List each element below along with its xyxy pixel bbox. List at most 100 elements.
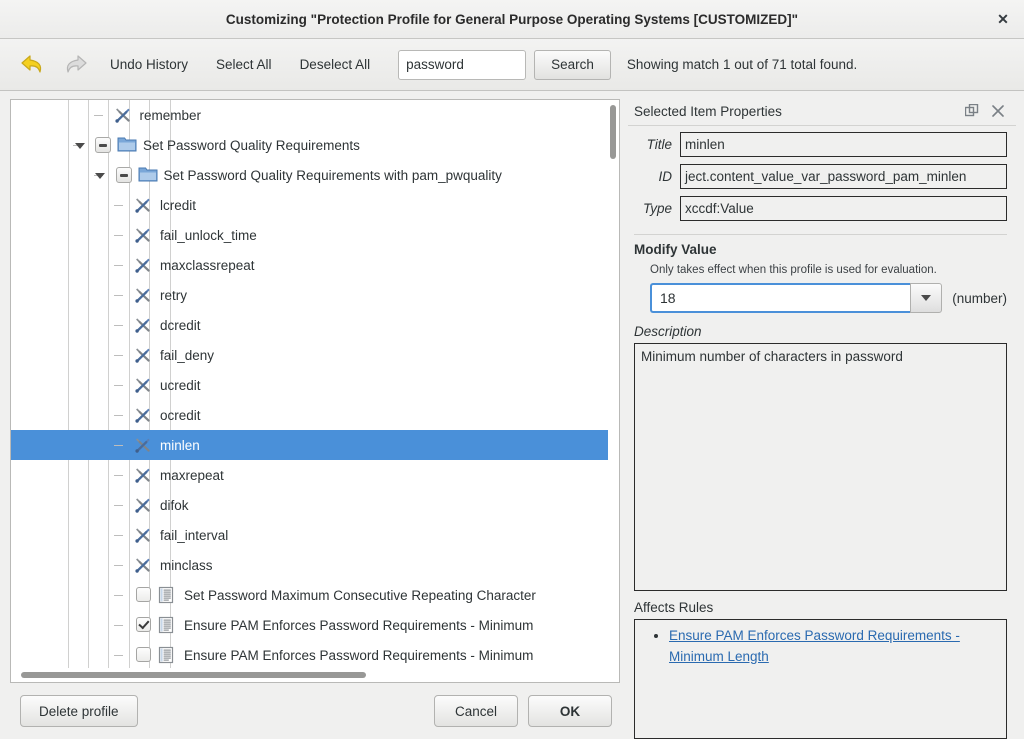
search-status-text: Showing match 1 out of 71 total found. [627, 57, 857, 72]
tree-row-label: fail_unlock_time [160, 228, 257, 243]
tree-row[interactable]: lcredit [11, 190, 608, 220]
tool-icon [134, 286, 152, 304]
tree-row[interactable]: Ensure PAM Enforces Password Requirement… [11, 610, 608, 640]
tree-row[interactable]: Set Password Maximum Consecutive Repeati… [11, 580, 608, 610]
dialog-footer: Delete profile Cancel OK [10, 683, 620, 739]
title-field-label: Title [634, 137, 680, 152]
select-all-button[interactable]: Select All [202, 51, 286, 78]
tree-row[interactable]: fail_deny [11, 340, 608, 370]
dock-title: Selected Item Properties [634, 104, 782, 119]
tree-checkbox-partial-icon[interactable] [116, 167, 132, 183]
affects-rules-box: Ensure PAM Enforces Password Requirement… [634, 619, 1007, 739]
search-button[interactable]: Search [534, 50, 611, 80]
tool-icon [134, 496, 152, 514]
tool-icon [134, 226, 152, 244]
title-field-value[interactable]: minlen [680, 132, 1007, 157]
tree-row-label: Ensure PAM Enforces Password Requirement… [184, 648, 533, 663]
tree-row[interactable]: ocredit [11, 400, 608, 430]
tree-row-list: remember Set Password Quality Requirement… [11, 100, 608, 668]
search-input[interactable] [398, 50, 526, 80]
folder-icon [138, 166, 158, 183]
tree-vertical-scrollbar-thumb[interactable] [610, 105, 616, 159]
id-field-value[interactable]: ject.content_value_var_password_pam_minl… [680, 164, 1007, 189]
tree-row[interactable]: retry [11, 280, 608, 310]
tree-expander-icon[interactable] [74, 140, 85, 151]
properties-divider [634, 234, 1007, 235]
affects-rules-list: Ensure PAM Enforces Password Requirement… [639, 626, 998, 667]
undo-arrow-icon[interactable] [12, 48, 54, 82]
tree-row[interactable]: Set Password Quality Requirements [11, 130, 608, 160]
tree-pane: remember Set Password Quality Requirement… [0, 91, 628, 739]
tree-row-label: fail_deny [160, 348, 214, 363]
type-field-row: Type xccdf:Value [634, 196, 1007, 221]
tree-expander-icon[interactable] [95, 170, 106, 181]
tree-row[interactable]: Ensure PAM Enforces Password Requirement… [11, 640, 608, 668]
tree-row-label: minlen [160, 438, 200, 453]
main-content: remember Set Password Quality Requirement… [0, 91, 1024, 739]
dock-body: Title minlen ID ject.content_value_var_p… [628, 125, 1016, 739]
modify-value-input[interactable] [650, 283, 910, 313]
affects-rules-item: Ensure PAM Enforces Password Requirement… [669, 626, 998, 667]
tree-row-selected[interactable]: minlen [11, 430, 608, 460]
tree-row[interactable]: maxrepeat [11, 460, 608, 490]
folder-icon [117, 136, 137, 153]
rule-icon [158, 616, 174, 634]
modify-value-heading: Modify Value [634, 242, 1007, 257]
tree-row[interactable]: maxclassrepeat [11, 250, 608, 280]
tree-row[interactable]: ucredit [11, 370, 608, 400]
tree-horizontal-scrollbar-thumb[interactable] [21, 672, 366, 678]
description-label: Description [634, 324, 1007, 339]
close-icon[interactable] [990, 103, 1006, 119]
tree-row-label: Set Password Quality Requirements [143, 138, 360, 153]
tool-icon [134, 406, 152, 424]
delete-profile-button[interactable]: Delete profile [20, 695, 138, 727]
undo-history-button[interactable]: Undo History [96, 51, 202, 78]
tree-row[interactable]: Set Password Quality Requirements with p… [11, 160, 608, 190]
tree-row-checkbox[interactable] [136, 617, 151, 632]
modify-value-dropdown-button[interactable] [910, 283, 942, 313]
modify-value-type-hint: (number) [952, 291, 1007, 306]
tree-checkbox-partial-icon[interactable] [95, 137, 111, 153]
window-close-icon[interactable]: ✕ [992, 8, 1014, 30]
rule-tree[interactable]: remember Set Password Quality Requirement… [10, 99, 620, 683]
tree-row-label: minclass [160, 558, 213, 573]
tool-icon [134, 526, 152, 544]
tool-icon [134, 196, 152, 214]
tree-row-checkbox[interactable] [136, 647, 151, 662]
tree-row-label: maxclassrepeat [160, 258, 255, 273]
tree-row-label: maxrepeat [160, 468, 224, 483]
tree-vertical-scrollbar[interactable] [608, 101, 618, 667]
ok-button[interactable]: OK [528, 695, 612, 727]
tree-row-label: retry [160, 288, 187, 303]
tree-scrollport: remember Set Password Quality Requirement… [11, 100, 608, 668]
tree-row[interactable]: minclass [11, 550, 608, 580]
tool-icon [134, 466, 152, 484]
toolbar: Undo History Select All Deselect All Sea… [0, 39, 1024, 91]
rule-icon [158, 646, 174, 664]
tree-row[interactable]: remember [11, 100, 608, 130]
deselect-all-button[interactable]: Deselect All [286, 51, 385, 78]
tree-row[interactable]: difok [11, 490, 608, 520]
dock-header: Selected Item Properties [628, 99, 1016, 125]
tree-row-label: ocredit [160, 408, 201, 423]
window-titlebar: Customizing "Protection Profile for Gene… [0, 0, 1024, 39]
tool-icon [134, 256, 152, 274]
tree-row-label: fail_interval [160, 528, 228, 543]
tree-row[interactable]: fail_unlock_time [11, 220, 608, 250]
tree-horizontal-scrollbar[interactable] [12, 669, 618, 681]
tree-row-label: Set Password Maximum Consecutive Repeati… [184, 588, 536, 603]
tree-row[interactable]: dcredit [11, 310, 608, 340]
tree-row[interactable]: fail_interval [11, 520, 608, 550]
tool-icon [134, 436, 152, 454]
id-field-row: ID ject.content_value_var_password_pam_m… [634, 164, 1007, 189]
tool-icon [134, 556, 152, 574]
cancel-button[interactable]: Cancel [434, 695, 518, 727]
undock-icon[interactable] [964, 103, 980, 119]
affects-rule-link[interactable]: Ensure PAM Enforces Password Requirement… [669, 628, 960, 664]
tree-row-label: dcredit [160, 318, 201, 333]
tool-icon [134, 316, 152, 334]
modify-value-row: (number) [650, 283, 1007, 313]
tree-row-checkbox[interactable] [136, 587, 151, 602]
type-field-value[interactable]: xccdf:Value [680, 196, 1007, 221]
dock-header-actions [964, 103, 1010, 119]
